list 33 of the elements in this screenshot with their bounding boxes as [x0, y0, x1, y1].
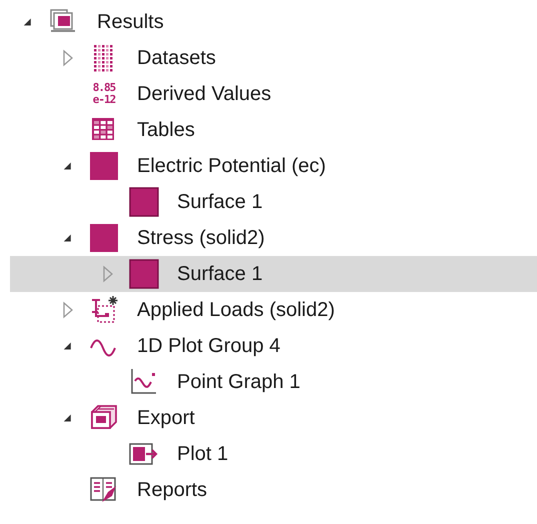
- tree-item-label: Derived Values: [137, 82, 272, 106]
- tree-row[interactable]: Results: [10, 4, 537, 40]
- tree-row[interactable]: Export: [10, 400, 537, 436]
- tree-row[interactable]: Surface 1: [10, 256, 537, 292]
- tree-item-label: Electric Potential (ec): [137, 154, 326, 178]
- tree-item-label: Stress (solid2): [137, 226, 265, 250]
- tree-item-label: Applied Loads (solid2): [137, 298, 335, 322]
- tree-item-label: Tables: [137, 118, 195, 142]
- tree-item-label: Point Graph 1: [177, 370, 300, 394]
- tree-item-label: Datasets: [137, 46, 216, 70]
- plot-group-icon: [88, 150, 120, 182]
- tree-row[interactable]: 8.85 e-12 Derived Values: [10, 76, 537, 112]
- tree-row[interactable]: Reports: [10, 472, 537, 508]
- tree-item-label: Plot 1: [177, 442, 228, 466]
- tree-row[interactable]: Surface 1: [10, 184, 537, 220]
- tree-row[interactable]: Electric Potential (ec): [10, 148, 537, 184]
- tree-item-label: Export: [137, 406, 195, 430]
- surface-icon: [128, 258, 160, 290]
- tree-row[interactable]: Point Graph 1: [10, 364, 537, 400]
- tree-item-label: Results: [97, 10, 164, 34]
- tree-row[interactable]: Applied Loads (solid2): [10, 292, 537, 328]
- tree-item-label: Surface 1: [177, 190, 263, 214]
- tree-item-label: Reports: [137, 478, 208, 502]
- surface-icon: [128, 186, 160, 218]
- tree-row[interactable]: Plot 1: [10, 436, 537, 472]
- tree-row[interactable]: Datasets: [10, 40, 537, 76]
- tree-row[interactable]: Stress (solid2): [10, 220, 537, 256]
- tree-row[interactable]: 1D Plot Group 4: [10, 328, 537, 364]
- tree-item-label: Surface 1: [177, 262, 263, 286]
- value-icon: 8.85 e-12: [88, 78, 120, 110]
- tree-row[interactable]: Tables: [10, 112, 537, 148]
- plot-group-icon: [88, 222, 120, 254]
- tree-item-label: 1D Plot Group 4: [137, 334, 280, 358]
